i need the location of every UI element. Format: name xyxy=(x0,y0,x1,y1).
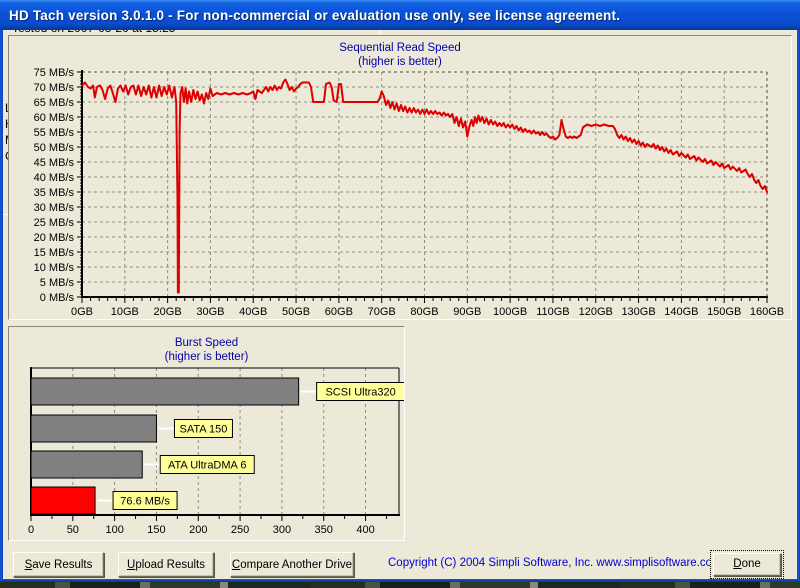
x-axis-label: 400 xyxy=(356,524,374,536)
y-axis-label: 15 MB/s xyxy=(34,247,75,259)
y-axis-label: 10 MB/s xyxy=(34,262,75,274)
x-axis-label: 20GB xyxy=(154,306,182,318)
x-axis-label: 100GB xyxy=(493,306,527,318)
y-axis-label: 5 MB/s xyxy=(40,277,75,289)
bar-label: SCSI Ultra320 xyxy=(325,387,395,399)
x-axis-label: 100 xyxy=(105,524,123,536)
x-axis-label: 200 xyxy=(189,524,207,536)
app-window: HD Tach version 3.0.1.0 - For non-commer… xyxy=(0,0,800,582)
x-axis-label: 130GB xyxy=(621,306,655,318)
x-axis-label: 90GB xyxy=(453,306,481,318)
sequential-read-panel: Sequential Read Speed (higher is better)… xyxy=(8,35,792,320)
done-button-focus-ring: Done xyxy=(710,550,784,579)
y-axis-label: 45 MB/s xyxy=(34,157,75,169)
x-axis-label: 30GB xyxy=(196,306,224,318)
x-axis-label: 160GB xyxy=(750,306,784,318)
x-axis-label: 0GB xyxy=(71,306,93,318)
y-axis-label: 35 MB/s xyxy=(34,187,75,199)
x-axis-label: 50GB xyxy=(282,306,310,318)
x-axis-label: 50 xyxy=(67,524,79,536)
x-axis-label: 150 xyxy=(147,524,165,536)
bar-3 xyxy=(30,450,143,479)
y-axis-label: 40 MB/s xyxy=(34,172,75,184)
y-axis-label: 60 MB/s xyxy=(34,112,75,124)
y-axis-label: 70 MB/s xyxy=(34,82,75,94)
title-bar[interactable]: HD Tach version 3.0.1.0 - For non-commer… xyxy=(0,0,800,30)
y-axis-label: 75 MB/s xyxy=(34,67,75,79)
x-axis-label: 300 xyxy=(273,524,291,536)
bar-label: 76.6 MB/s xyxy=(120,496,170,508)
bar-2 xyxy=(30,414,157,443)
y-axis-label: 25 MB/s xyxy=(34,217,75,229)
y-axis-label: 0 MB/s xyxy=(40,292,75,304)
y-axis-label: 55 MB/s xyxy=(34,127,75,139)
upload-results-button[interactable]: Upload Results xyxy=(118,552,214,577)
sequential-read-chart: 0 MB/s 5 MB/s 10 MB/s 15 MB/s 20 MB/s 25 MB/s… xyxy=(34,67,784,318)
x-axis-label: 40GB xyxy=(239,306,267,318)
desktop-background xyxy=(0,582,800,588)
window-border-bottom xyxy=(0,579,800,582)
x-axis-label: 70GB xyxy=(368,306,396,318)
copyright-text: Copyright (C) 2004 Simpli Software, Inc.… xyxy=(388,557,722,569)
y-axis-label: 50 MB/s xyxy=(34,142,75,154)
burst-speed-panel: Burst Speed (higher is better) 0 50 100 150… xyxy=(8,326,405,541)
x-axis-label: 0 xyxy=(28,524,34,536)
y-axis-label: 30 MB/s xyxy=(34,202,75,214)
done-button[interactable]: Done xyxy=(713,553,781,576)
x-axis-label: 10GB xyxy=(111,306,139,318)
bar-label: ATA UltraDMA 6 xyxy=(168,460,246,472)
bar-4 xyxy=(30,486,96,515)
y-axis-label: 65 MB/s xyxy=(34,97,75,109)
burst-speed-chart: 0 50 100 150 200 250 300 350 400 SCSI Ultra320 SAT… xyxy=(28,367,404,536)
x-axis-label: 120GB xyxy=(579,306,613,318)
window-title: HD Tach version 3.0.1.0 - For non-commer… xyxy=(9,7,621,23)
x-axis-label: 110GB xyxy=(536,306,569,318)
y-axis-label: 20 MB/s xyxy=(34,232,75,244)
x-axis-label: 350 xyxy=(315,524,333,536)
x-axis-label: 80GB xyxy=(410,306,438,318)
bar-1 xyxy=(30,377,300,406)
x-axis-label: 250 xyxy=(231,524,249,536)
bar-label: SATA 150 xyxy=(180,424,228,436)
x-axis-label: 150GB xyxy=(707,306,741,318)
save-results-button[interactable]: Save Results xyxy=(13,552,104,577)
compare-another-drive-button[interactable]: Compare Another Drive xyxy=(230,552,354,577)
window-border-left xyxy=(0,0,3,582)
x-axis-label: 140GB xyxy=(664,306,698,318)
x-axis-label: 60GB xyxy=(325,306,353,318)
